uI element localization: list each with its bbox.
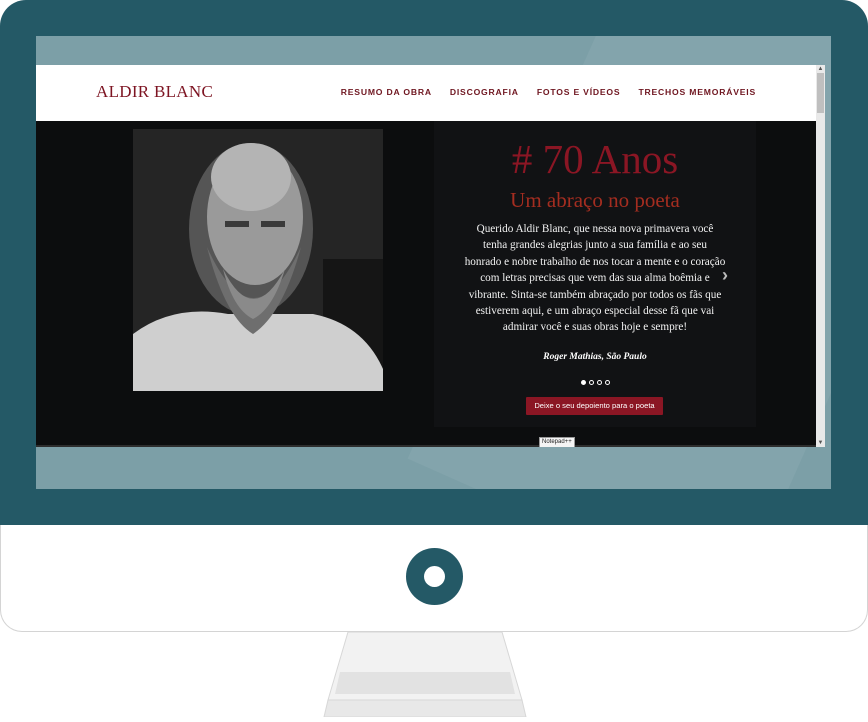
menu-item-resumo[interactable]: RESUMO DA OBRA [341,87,432,97]
hero-subtitle: Um abraço no poeta [510,188,680,212]
menu-item-fotos[interactable]: FOTOS E VÍDEOS [537,87,621,97]
poet-photo [133,129,383,391]
slide-dot-2[interactable] [588,380,594,385]
hero-bottom-divider [36,445,816,447]
hero-title: # 70 Anos [511,136,679,182]
cta-button[interactable]: Deixe o seu depoiento para o poeta [526,397,663,415]
testimonial-panel: # 70 Anos Um abraço no poeta Querido Ald… [434,121,756,427]
site-navbar: ALDIR BLANC RESUMO DA OBRA DISCOGRAFIA F… [36,65,816,121]
slide-dot-3[interactable] [596,380,602,385]
chevron-right-icon[interactable]: › [722,265,728,286]
slide-dot-1[interactable] [580,380,586,385]
slide-dot-4[interactable] [604,380,610,385]
ring-logo-icon [406,548,463,605]
menu-item-trechos[interactable]: TRECHOS MEMORÁVEIS [638,87,756,97]
monitor-stand [310,631,540,718]
site-brand[interactable]: ALDIR BLANC [96,82,213,102]
menu-item-discografia[interactable]: DISCOGRAFIA [450,87,519,97]
scroll-up-icon[interactable]: ▲ [816,65,825,73]
testimonial-quote: Querido Aldir Blanc, que nessa nova prim… [464,223,726,334]
browser-scrollbar[interactable]: ▲ ▼ [816,65,825,447]
site-menu: RESUMO DA OBRA DISCOGRAFIA FOTOS E VÍDEO… [341,87,756,97]
monitor-screen: ALDIR BLANC RESUMO DA OBRA DISCOGRAFIA F… [36,36,831,489]
hero-section: ‹ # 70 Anos Um abraço no poeta Querido A… [36,121,816,447]
taskbar-tooltip: Notepad++ [539,437,575,447]
testimonial-author: Roger Mathias, São Paulo [543,352,647,362]
website: ALDIR BLANC RESUMO DA OBRA DISCOGRAFIA F… [36,65,825,447]
slide-indicators [434,380,756,385]
monitor: ALDIR BLANC RESUMO DA OBRA DISCOGRAFIA F… [0,0,868,632]
scroll-down-icon[interactable]: ▼ [816,439,825,447]
scrollbar-thumb[interactable] [817,73,824,113]
